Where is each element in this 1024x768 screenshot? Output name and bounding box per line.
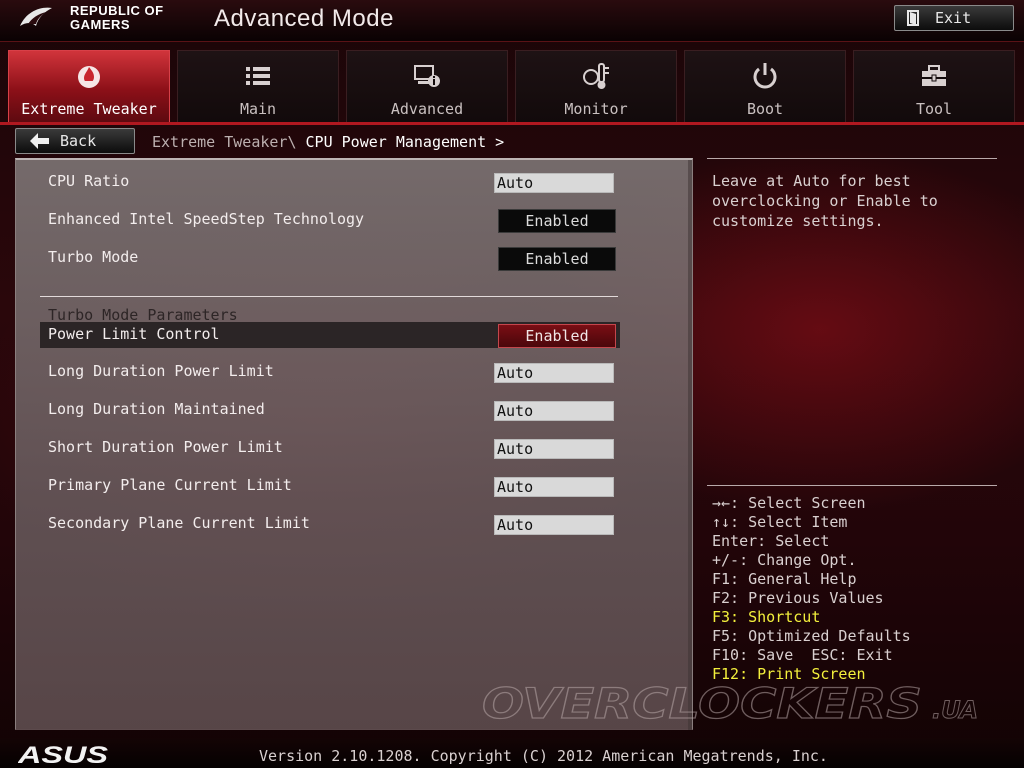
tab-label: Main <box>239 100 277 118</box>
help-divider-bottom <box>707 485 997 486</box>
header-bar: REPUBLIC OF GAMERS Advanced Mode Exit <box>0 0 1024 42</box>
exit-door-icon <box>907 10 919 26</box>
setting-short-duration-power-limit[interactable]: Short Duration Power Limit Auto <box>40 435 620 461</box>
scrollbar-track[interactable] <box>688 160 692 730</box>
power-icon <box>753 63 777 89</box>
brand-line-2: GAMERS <box>70 17 131 32</box>
key-hint: F1: General Help <box>712 570 857 588</box>
watermark-suffix: .UA <box>932 696 978 724</box>
tab-label: Advanced <box>390 100 464 118</box>
tab-extreme-tweaker[interactable]: Extreme Tweaker <box>8 50 170 122</box>
tab-boot[interactable]: Boot <box>684 50 846 122</box>
setting-label: Long Duration Power Limit <box>48 362 274 380</box>
setting-speedstep[interactable]: Enhanced Intel SpeedStep Technology Enab… <box>40 207 620 233</box>
setting-label: Primary Plane Current Limit <box>48 476 292 494</box>
key-hint: ↑↓: Select Item <box>712 513 848 531</box>
exit-button[interactable]: Exit <box>894 5 1014 31</box>
speedstep-select[interactable]: Enabled <box>498 209 616 233</box>
breadcrumb-parent[interactable]: Extreme Tweaker\ <box>152 133 297 151</box>
breadcrumb-current: CPU Power Management > <box>305 133 505 151</box>
watermark-text: OVERCLOCKERS <box>482 679 922 728</box>
short-duration-power-limit-input[interactable]: Auto <box>494 439 614 459</box>
setting-label: Short Duration Power Limit <box>48 438 283 456</box>
mode-title: Advanced Mode <box>214 5 394 32</box>
tab-underline <box>0 122 1024 125</box>
tab-label: Monitor <box>564 100 628 118</box>
toolbox-icon <box>922 65 946 86</box>
back-label: Back <box>60 132 97 150</box>
setting-label: Power Limit Control <box>48 325 220 343</box>
setting-long-duration-maintained[interactable]: Long Duration Maintained Auto <box>40 397 620 423</box>
asus-logo-text: ASUS <box>18 743 108 765</box>
secondary-plane-current-limit-input[interactable]: Auto <box>494 515 614 535</box>
key-hint: F10: Save ESC: Exit <box>712 646 893 664</box>
flame-icon <box>78 66 100 88</box>
section-divider <box>40 296 618 297</box>
setting-label: Secondary Plane Current Limit <box>48 514 310 532</box>
key-hint: +/-: Change Opt. <box>712 551 857 569</box>
setting-label: CPU Ratio <box>48 172 130 190</box>
setting-long-duration-power-limit[interactable]: Long Duration Power Limit Auto <box>40 359 620 385</box>
key-legend: →←: Select Screen ↑↓: Select Item Enter:… <box>712 494 911 684</box>
setting-label: Long Duration Maintained <box>48 400 265 418</box>
setting-power-limit-control[interactable]: Power Limit Control Enabled <box>40 322 620 348</box>
tab-advanced[interactable]: Advanced <box>346 50 508 122</box>
key-hint-shortcut[interactable]: F3: Shortcut <box>712 608 911 627</box>
tab-label: Boot <box>746 100 784 118</box>
advanced-info-icon <box>414 65 440 87</box>
breadcrumb: Extreme Tweaker\ CPU Power Management > <box>152 133 504 151</box>
tab-monitor[interactable]: Monitor <box>515 50 677 122</box>
key-hint: Enter: Select <box>712 532 830 550</box>
setting-secondary-plane-current-limit[interactable]: Secondary Plane Current Limit Auto <box>40 511 620 537</box>
tab-tool[interactable]: Tool <box>853 50 1015 122</box>
thermometer-icon <box>583 63 609 89</box>
primary-plane-current-limit-input[interactable]: Auto <box>494 477 614 497</box>
back-button[interactable]: Back <box>15 128 135 154</box>
help-divider-top <box>707 158 997 159</box>
tab-main[interactable]: Main <box>177 50 339 122</box>
tab-label: Tool <box>915 100 953 118</box>
long-duration-maintained-input[interactable]: Auto <box>494 401 614 421</box>
long-duration-power-limit-input[interactable]: Auto <box>494 363 614 383</box>
setting-cpu-ratio[interactable]: CPU Ratio Auto <box>40 169 620 195</box>
tab-label: Extreme Tweaker <box>21 100 157 118</box>
settings-panel: CPU Ratio Auto Enhanced Intel SpeedStep … <box>15 158 693 730</box>
setting-label: Enhanced Intel SpeedStep Technology <box>48 210 365 228</box>
setting-turbo-mode[interactable]: Turbo Mode Enabled <box>40 245 620 271</box>
back-arrow-icon <box>30 133 49 149</box>
list-icon <box>246 67 270 85</box>
key-hint: F5: Optimized Defaults <box>712 627 911 645</box>
power-limit-control-select[interactable]: Enabled <box>498 324 616 348</box>
exit-label: Exit <box>935 9 972 27</box>
key-hint: →←: Select Screen <box>712 494 866 512</box>
rog-brand-text: REPUBLIC OF GAMERS <box>70 4 200 32</box>
turbo-mode-select[interactable]: Enabled <box>498 247 616 271</box>
help-description: Leave at Auto for best overclocking or E… <box>712 172 938 230</box>
setting-primary-plane-current-limit[interactable]: Primary Plane Current Limit Auto <box>40 473 620 499</box>
asus-logo: ASUS <box>18 743 108 765</box>
overclockers-watermark: OVERCLOCKERS .UA <box>481 678 978 728</box>
key-hint: F2: Previous Values <box>712 589 884 607</box>
rog-eye-logo-icon <box>20 7 52 26</box>
brand-line-1: REPUBLIC OF <box>70 3 164 18</box>
setting-label: Turbo Mode <box>48 248 139 266</box>
cpu-ratio-input[interactable]: Auto <box>494 173 614 193</box>
version-text: Version 2.10.1208. Copyright (C) 2012 Am… <box>259 747 828 765</box>
